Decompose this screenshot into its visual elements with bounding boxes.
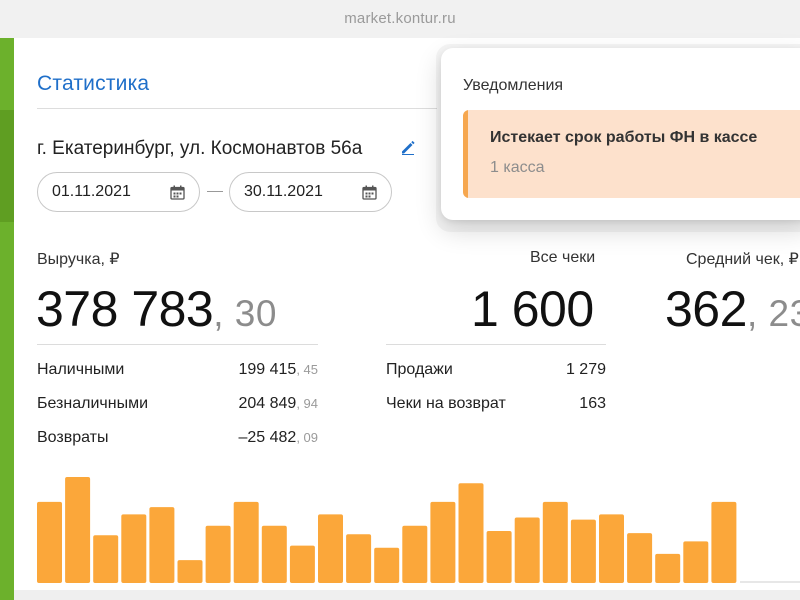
notifications-heading: Уведомления [463,77,564,94]
date-to-value[interactable]: 30.11.2021 [244,183,323,201]
avg-check-value-int: 362 [665,281,747,337]
page-title[interactable]: Статистика [37,72,149,96]
chart-bar[interactable] [627,533,653,583]
chart-bar[interactable] [37,501,62,583]
cash-value-int: 199 415 [238,361,297,378]
chart-bar[interactable] [233,501,259,583]
chart-bar[interactable] [205,525,231,583]
store-address: г. Екатеринбург, ул. Космонавтов 56а [37,138,363,159]
chart-bar[interactable] [570,519,596,583]
chart-bar[interactable] [683,541,709,583]
chart-bar[interactable] [711,501,737,583]
chart-bar[interactable] [486,531,512,583]
returns-label: Возвраты [37,429,109,446]
notification-subtitle: 1 касса [490,159,545,176]
notification-item[interactable]: Истекает срок работы ФН в кассе 1 касса [463,110,800,198]
returns-value-frac: , 09 [296,430,318,445]
chart-bar[interactable] [374,547,400,583]
avg-check-value-frac: , 23 [746,293,800,334]
returns-value-int: –25 482 [238,429,297,446]
chart-bar[interactable] [458,483,484,583]
chart-bar[interactable] [402,525,428,583]
cash-value: 199 415, 45 [238,361,318,379]
checks-divider [386,344,606,345]
notification-accent [463,110,468,198]
cashless-label: Безналичными [37,395,148,412]
url-text[interactable]: market.kontur.ru [0,10,800,27]
revenue-value-int: 378 783 [36,281,214,337]
cashless-value-int: 204 849 [238,395,297,412]
edit-pencil-icon[interactable] [400,139,416,155]
sidebar [0,38,14,600]
chart-bar[interactable] [430,501,456,583]
chart-bar[interactable] [655,553,681,583]
refund-checks-value: 163 [579,395,606,412]
title-divider [37,108,437,109]
date-range-dash [207,191,223,192]
chart-bar[interactable] [93,535,119,583]
chart-bar[interactable] [177,560,203,583]
cashless-value: 204 849, 94 [238,395,318,413]
date-to-field[interactable]: 30.11.2021 [229,172,392,212]
chart-bar[interactable] [121,514,147,583]
chart-bar[interactable] [65,477,91,583]
chart-baseline [740,581,800,583]
address-bar[interactable]: market.kontur.ru [0,0,800,38]
chart-bar[interactable] [599,514,624,583]
date-from-field[interactable]: 01.11.2021 [37,172,200,212]
cash-label: Наличными [37,361,125,378]
checks-value: 1 600 [471,281,594,337]
notification-title[interactable]: Истекает срок работы ФН в кассе [490,129,757,147]
bottom-strip [14,590,800,600]
cash-value-frac: , 45 [296,362,318,377]
calendar-icon[interactable] [170,185,185,200]
sales-label: Продажи [386,361,453,378]
refund-checks-label: Чеки на возврат [386,395,506,412]
revenue-value-frac: , 30 [213,293,277,334]
revenue-label: Выручка, ₽ [37,251,120,268]
cashless-value-frac: , 94 [296,396,318,411]
chart-bar[interactable] [514,517,540,584]
date-from-value[interactable]: 01.11.2021 [52,183,131,201]
chart-bar[interactable] [346,534,372,583]
avg-check-label: Средний чек, ₽ [686,251,799,268]
notifications-panel: Уведомления Истекает срок работы ФН в ка… [441,48,800,220]
chart-bar[interactable] [318,514,343,583]
revenue-value: 378 783, 30 [36,280,277,338]
chart-bar[interactable] [149,507,175,583]
revenue-divider [37,344,318,345]
chart-bar[interactable] [289,545,315,583]
avg-check-value: 362, 23 [665,280,800,338]
checks-label: Все чеки [530,249,596,266]
calendar-icon[interactable] [362,185,377,200]
chart-bar[interactable] [542,501,568,583]
returns-value: –25 482, 09 [238,429,318,447]
app-window: market.kontur.ru Статистика г. Екатеринб… [0,0,800,600]
sidebar-active-tab[interactable] [0,110,14,222]
chart-bar[interactable] [261,525,287,583]
revenue-bar-chart [37,477,737,584]
sales-value: 1 279 [565,361,606,378]
